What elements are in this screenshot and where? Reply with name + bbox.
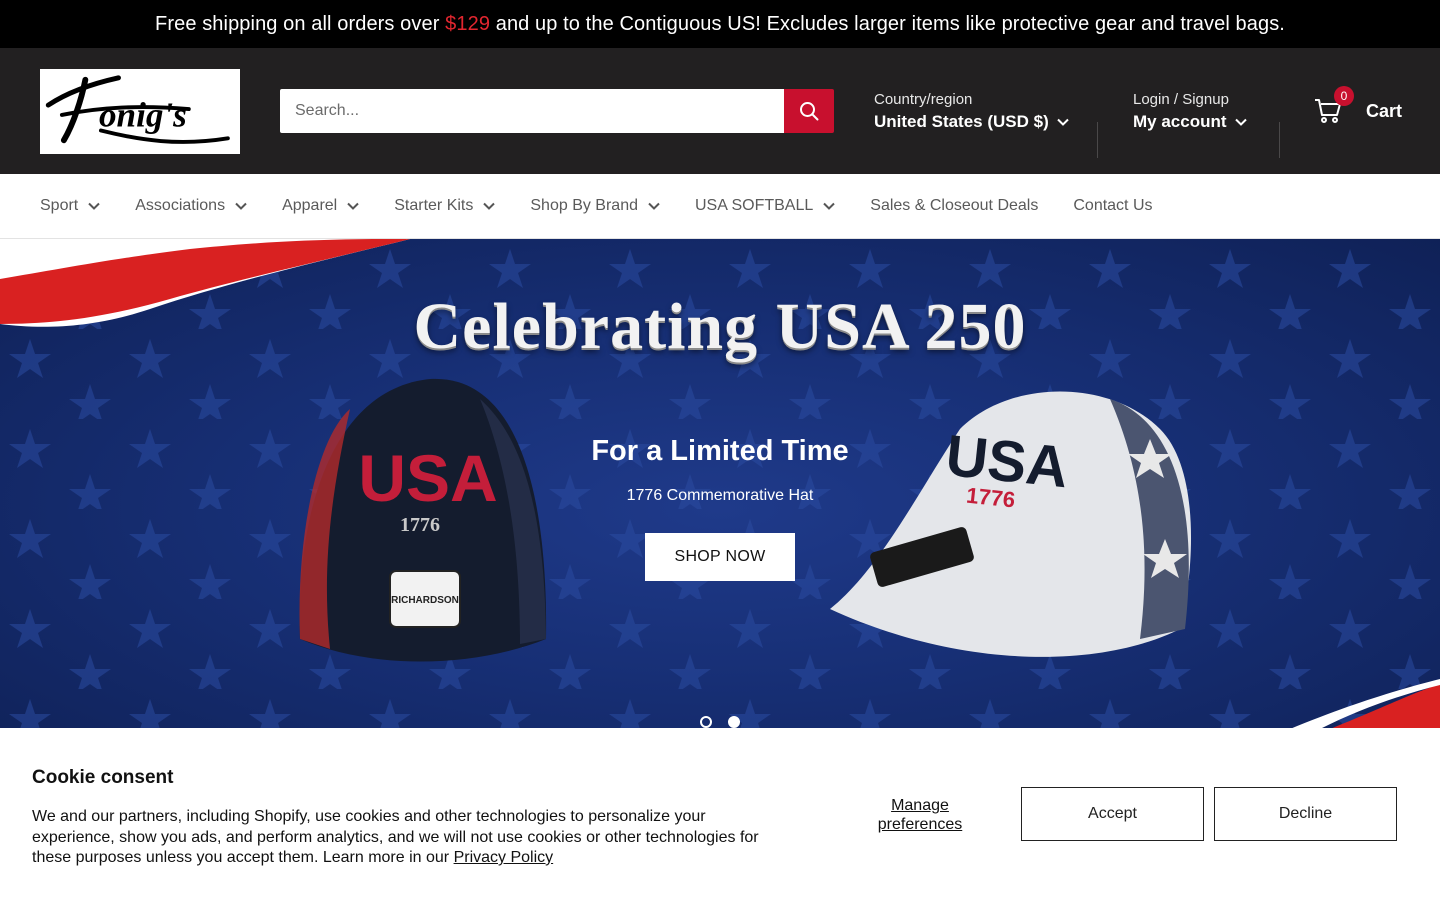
country-label: Country/region bbox=[874, 90, 973, 108]
chevron-down-icon bbox=[88, 202, 100, 210]
nav-item-associations[interactable]: Associations bbox=[135, 197, 247, 215]
svg-text:onig's: onig's bbox=[99, 96, 187, 135]
country-selector[interactable]: Country/region United States (USD $) bbox=[874, 48, 1069, 174]
search-icon bbox=[800, 102, 819, 121]
hero-banner: USA 1776 RICHARDSON USA 1776 Celebrating… bbox=[0, 239, 1440, 729]
nav-label: Sales & Closeout Deals bbox=[870, 197, 1039, 214]
nav-label: Sport bbox=[40, 197, 79, 214]
hat-left-year: 1776 bbox=[400, 514, 440, 536]
cart-label: Cart bbox=[1366, 100, 1403, 121]
slider-dot-2[interactable] bbox=[728, 716, 740, 728]
header-divider bbox=[1279, 122, 1280, 158]
chevron-down-icon bbox=[483, 202, 496, 210]
announcement-bar: Free shipping on all orders over $129 an… bbox=[0, 0, 1440, 48]
cart-icon: 0 bbox=[1314, 86, 1354, 125]
chevron-down-icon bbox=[1234, 118, 1247, 126]
nav-item-usa-softball[interactable]: USA SOFTBALL bbox=[695, 197, 835, 215]
search-form bbox=[280, 89, 834, 133]
slider-dots bbox=[700, 716, 740, 728]
privacy-policy-link[interactable]: Privacy Policy bbox=[454, 849, 554, 866]
cookie-text: We and our partners, including Shopify, … bbox=[32, 807, 762, 869]
cart-link[interactable]: 0 Cart bbox=[1314, 48, 1402, 174]
nav-item-sales-closeout[interactable]: Sales & Closeout Deals bbox=[870, 197, 1038, 215]
accept-button[interactable]: Accept bbox=[1021, 787, 1204, 841]
nav-item-sport[interactable]: Sport bbox=[40, 197, 100, 215]
slider-dot-1[interactable] bbox=[700, 716, 712, 728]
main-nav: Sport Associations Apparel Starter Kits … bbox=[0, 174, 1440, 239]
nav-item-apparel[interactable]: Apparel bbox=[282, 197, 359, 215]
cart-count-badge: 0 bbox=[1334, 86, 1354, 106]
nav-item-starter-kits[interactable]: Starter Kits bbox=[394, 197, 496, 215]
logo[interactable]: onig's bbox=[40, 68, 240, 154]
chevron-down-icon bbox=[235, 202, 247, 210]
chevron-down-icon bbox=[648, 202, 660, 210]
chevron-down-icon bbox=[1057, 118, 1069, 126]
country-value: United States (USD $) bbox=[874, 111, 1049, 131]
nav-item-shop-by-brand[interactable]: Shop By Brand bbox=[530, 197, 660, 215]
cookie-title: Cookie consent bbox=[32, 767, 174, 788]
announcement-text-end: and up to the Contiguous US! Excludes la… bbox=[490, 12, 1285, 35]
search-input[interactable] bbox=[280, 89, 784, 133]
nav-label: Starter Kits bbox=[394, 197, 474, 214]
announcement-price: $129 bbox=[445, 12, 491, 35]
nav-label: USA SOFTBALL bbox=[695, 197, 814, 214]
honigs-logo-icon: onig's bbox=[45, 75, 230, 144]
nav-item-contact-us[interactable]: Contact Us bbox=[1073, 197, 1152, 215]
shop-now-button[interactable]: SHOP NOW bbox=[645, 533, 795, 581]
hero-subtitle: For a Limited Time bbox=[591, 435, 849, 467]
account-label: My account bbox=[1133, 111, 1227, 131]
hat-left-tag: RICHARDSON bbox=[391, 595, 459, 606]
nav-label: Shop By Brand bbox=[530, 197, 638, 214]
chevron-down-icon bbox=[347, 202, 359, 210]
login-label: Login / Signup bbox=[1133, 90, 1229, 108]
cookie-body: We and our partners, including Shopify, … bbox=[32, 808, 759, 866]
header-divider bbox=[1097, 122, 1098, 158]
hero-title: Celebrating USA 250 bbox=[413, 290, 1027, 363]
search-button[interactable] bbox=[784, 89, 834, 133]
nav-label: Apparel bbox=[282, 197, 338, 214]
manage-preferences-link[interactable]: Manage preferences bbox=[860, 796, 980, 834]
cookie-consent-banner: Cookie consent We and our partners, incl… bbox=[0, 728, 1440, 900]
chevron-down-icon bbox=[823, 202, 835, 210]
announcement-text: Free shipping on all orders over bbox=[155, 12, 446, 35]
nav-label: Contact Us bbox=[1073, 197, 1153, 214]
decline-button[interactable]: Decline bbox=[1214, 787, 1397, 841]
hero-description: 1776 Commemorative Hat bbox=[626, 487, 814, 504]
site-header: onig's Country/region United States (USD… bbox=[0, 48, 1440, 174]
account-menu[interactable]: Login / Signup My account bbox=[1133, 48, 1247, 174]
nav-label: Associations bbox=[135, 197, 226, 214]
